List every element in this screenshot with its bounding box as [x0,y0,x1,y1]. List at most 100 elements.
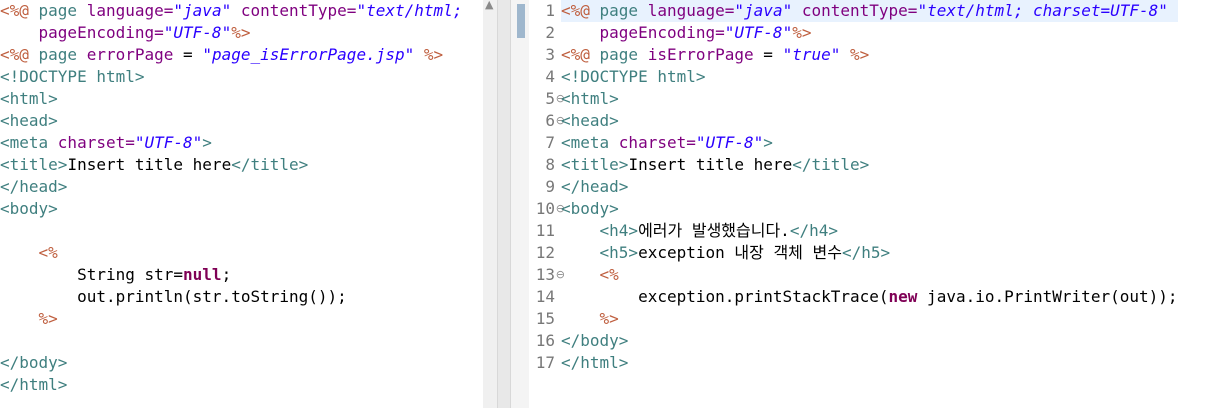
left-editor[interactable]: <%@ page language="java" contentType="te… [0,0,483,408]
right-editor[interactable]: 1 2 3 4 5 ⊖ 6 ⊖ 7 8 9 10 ⊖ 11 12 13 ⊖ 14 15 16 17 <%@ page l… [529,0,1206,408]
code-line[interactable]: </head> [561,176,1178,198]
tag-token: page [38,1,87,20]
code-line[interactable]: pageEncoding="UTF-8"%> [561,22,1178,44]
code-line[interactable]: <%@ page language="java" contentType="te… [561,0,1178,22]
tag-token: <meta [561,133,619,152]
editor-split-divider[interactable] [497,0,511,408]
code-line[interactable]: <% [0,242,462,264]
plain-text [0,309,39,328]
plain-text: java.io.PrintWriter(out)); [917,287,1178,306]
jsp-delimiter: %> [599,309,619,328]
plain-text [0,23,39,42]
code-line[interactable]: <html> [0,88,462,110]
code-line[interactable]: ​ [0,220,462,242]
line-number: 10 ⊖ [535,199,565,218]
plain-text [840,45,850,64]
code-line[interactable]: <title>Insert title here</title> [0,154,462,176]
code-line[interactable]: %> [0,308,462,330]
jsp-delimiter: <% [38,243,58,262]
tag-token: <!DOCTYPE html> [0,67,145,86]
current-line-marker[interactable] [517,4,525,38]
tag-token: <body> [561,199,619,218]
scroll-up-icon[interactable]: ▲ [485,0,493,11]
jsp-delimiter: %> [38,309,58,328]
attribute-token: charset= [57,133,135,152]
code-line[interactable]: </head> [0,176,462,198]
tag-token: <!DOCTYPE html> [561,67,706,86]
code-line[interactable]: <head> [561,110,1178,132]
plain-text [561,243,600,262]
code-line[interactable]: String str=null; [0,264,462,286]
string-value: "true" [782,45,841,64]
code-line[interactable]: <%@ page language="java" contentType="te… [0,0,462,22]
code-line[interactable]: exception.printStackTrace(new java.io.Pr… [561,286,1178,308]
line-number: 8 [545,155,555,174]
attribute-token: errorPage [86,45,174,64]
line-number: 17 [535,353,555,372]
string-value: "page_isErrorPage.jsp" [202,45,415,64]
line-number: 15 [535,309,555,328]
left-code-area[interactable]: <%@ page language="java" contentType="te… [0,0,462,396]
code-line[interactable]: <title>Insert title here</title> [561,154,1178,176]
code-line[interactable]: <body> [561,198,1178,220]
code-line[interactable]: </html> [561,352,1178,374]
jsp-delimiter: <%@ [561,45,600,64]
string-value: "UTF-8" [163,23,232,42]
attribute-token: language= [647,1,735,20]
tag-token: <h5> [599,243,639,262]
plain-text: = [173,45,203,64]
code-line[interactable]: <%@ page errorPage = "page_isErrorPage.j… [0,44,462,66]
tag-token: </head> [561,177,629,196]
code-line[interactable]: <body> [0,198,462,220]
code-line[interactable]: <head> [0,110,462,132]
tag-token: <body> [0,199,58,218]
line-number: 6 ⊖ [545,111,565,130]
jsp-delimiter: %> [850,45,870,64]
code-line[interactable]: </body> [561,330,1178,352]
plain-text: Insert title here [628,155,793,174]
overview-ruler[interactable] [511,0,529,408]
code-line[interactable]: <!DOCTYPE html> [561,66,1178,88]
plain-text: 에러가 발생했습니다. [638,221,790,240]
tag-token: </head> [0,177,68,196]
code-line[interactable]: %> [561,308,1178,330]
code-line[interactable]: <!DOCTYPE html> [0,66,462,88]
code-line[interactable]: <%@ page isErrorPage = "true" %> [561,44,1178,66]
right-code-area[interactable]: <%@ page language="java" contentType="te… [561,0,1178,374]
tag-token: > [202,133,212,152]
code-line[interactable]: ​ [0,330,462,352]
plain-text [561,265,600,284]
plain-text [231,1,241,20]
attribute-token: isErrorPage [647,45,754,64]
tag-token: </body> [561,331,629,350]
tag-token: > [763,133,773,152]
code-line[interactable]: pageEncoding="UTF-8"%> [0,22,462,44]
attribute-token: charset= [618,133,696,152]
jsp-delimiter: <%@ [0,45,39,64]
line-number: 16 [535,331,555,350]
plain-text: Insert title here [67,155,232,174]
code-line[interactable]: </html> [0,374,462,396]
jsp-delimiter: %> [792,23,812,42]
tag-token: </title> [231,155,309,174]
code-line[interactable]: </body> [0,352,462,374]
tag-token: <head> [561,111,619,130]
tag-token: <html> [0,89,58,108]
code-line[interactable]: <meta charset="UTF-8"> [561,132,1178,154]
string-value: "java" [734,1,793,20]
tag-token: </html> [0,375,68,394]
code-line[interactable]: <h5>exception 내장 객체 변수</h5> [561,242,1178,264]
tag-token: </html> [561,353,629,372]
left-vertical-scrollbar[interactable]: ▲ [483,0,497,408]
tag-token: </h5> [841,243,891,262]
code-line[interactable]: <meta charset="UTF-8"> [0,132,462,154]
code-line[interactable]: <html> [561,88,1178,110]
line-number: 9 [545,177,555,196]
code-line[interactable]: <h4>에러가 발생했습니다.</h4> [561,220,1178,242]
tag-token: <html> [561,89,619,108]
line-number: 13 ⊖ [535,265,565,284]
code-line[interactable]: out.println(str.toString()); [0,286,462,308]
code-line[interactable]: <% [561,264,1178,286]
plain-text: String str= [0,265,184,284]
line-number: 1 [545,1,555,20]
